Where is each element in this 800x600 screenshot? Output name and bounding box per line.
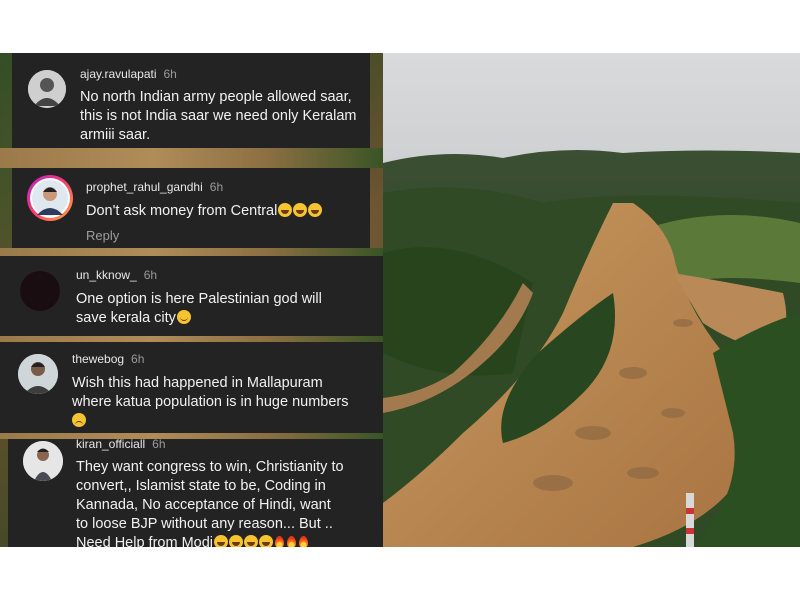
comment-line: armiii saar. [80, 127, 151, 143]
background-strip-2 [0, 248, 383, 256]
comment-text: Don't ask money from Central [86, 202, 366, 221]
comment-card: kiran_officiall 6h They want congress to … [8, 437, 383, 547]
comment-text: They want congress to win, Christianity … [76, 458, 381, 547]
comment-line: this is not India saar we need only Kera… [80, 108, 357, 124]
laughing-emoji-icon [293, 203, 308, 217]
avatar-user-icon [23, 441, 63, 481]
avatar[interactable] [28, 70, 66, 108]
comment-card: ajay.ravulapati 6h No north Indian army p… [12, 53, 370, 148]
comment-username[interactable]: kiran_officiall 6h [76, 437, 166, 451]
avatar[interactable] [18, 354, 58, 394]
comment-line: Wish this had happened in Mallapuram [72, 375, 323, 391]
avatar[interactable] [20, 271, 60, 311]
comment-line: convert,, Islamist state to be, Coding i… [76, 478, 326, 494]
laughing-emoji-icon [244, 535, 258, 547]
laughing-emoji-icon [214, 535, 228, 547]
avatar-user-icon [30, 178, 70, 218]
comment-time: 6h [163, 67, 177, 81]
comment-line: One option is here Palestinian god will [76, 291, 322, 307]
comment-time: 6h [152, 437, 166, 451]
comment-time: 6h [209, 180, 224, 194]
comment-username[interactable]: un_kknow_ 6h [76, 268, 157, 282]
laughing-emoji-icon [308, 203, 323, 217]
avatar[interactable] [23, 441, 63, 481]
comment-time: 6h [131, 352, 145, 366]
comment-line: Need Help from Modi [76, 535, 213, 547]
disappointed-face-icon [72, 413, 86, 427]
fire-icon [274, 535, 285, 547]
comment-line: Kannada, No acceptance of Hindi, want [76, 497, 331, 513]
landslide-photo-illustration [383, 53, 800, 547]
comment-line: Don't ask money from Central [86, 203, 278, 219]
username-text: kiran_officiall [76, 437, 146, 451]
avatar-user-icon [18, 354, 58, 394]
fire-icon [286, 535, 297, 547]
comment-text: One option is here Palestinian god will … [76, 290, 376, 328]
fire-icon [298, 535, 309, 547]
comment-text: No north Indian army people allowed saar… [80, 88, 370, 145]
landslide-aerial-photo [383, 53, 800, 547]
avatar-user-icon [28, 70, 66, 108]
comments-screenshot-panel: ajay.ravulapati 6h No north Indian army p… [0, 53, 383, 547]
laughing-emoji-icon [229, 535, 243, 547]
comment-line: save kerala city [76, 310, 176, 326]
comment-username[interactable]: thewebog 6h [72, 352, 144, 366]
username-text: ajay.ravulapati [80, 67, 157, 81]
comment-card: prophet_rahul_gandhi 6h Don't ask money f… [12, 168, 370, 248]
avatar[interactable] [27, 175, 73, 221]
comment-username[interactable]: ajay.ravulapati 6h [80, 67, 177, 81]
laughing-emoji-icon [278, 203, 293, 217]
comment-line: They want congress to win, Christianity … [76, 459, 344, 475]
username-text: prophet_rahul_gandhi [86, 180, 203, 194]
comment-card: thewebog 6h Wish this had happened in Mal… [0, 342, 383, 433]
comment-text: Wish this had happened in Mallapuram whe… [72, 374, 377, 431]
comment-line: to loose BJP without any reason... But .… [76, 516, 333, 532]
smiling-face-icon [176, 310, 191, 324]
comment-time: 6h [143, 268, 158, 282]
comment-line: No north Indian army people allowed saar… [80, 89, 352, 105]
username-text: thewebog [72, 352, 125, 366]
comment-line: where katua population is in huge number… [72, 394, 349, 410]
comment-username[interactable]: prophet_rahul_gandhi 6h [86, 180, 223, 194]
username-text: un_kknow_ [76, 268, 137, 282]
comment-card: un_kknow_ 6h One option is here Palestini… [0, 256, 383, 336]
laughing-emoji-icon [259, 535, 273, 547]
background-strip-1 [0, 148, 383, 168]
reply-button[interactable]: Reply [86, 228, 119, 243]
